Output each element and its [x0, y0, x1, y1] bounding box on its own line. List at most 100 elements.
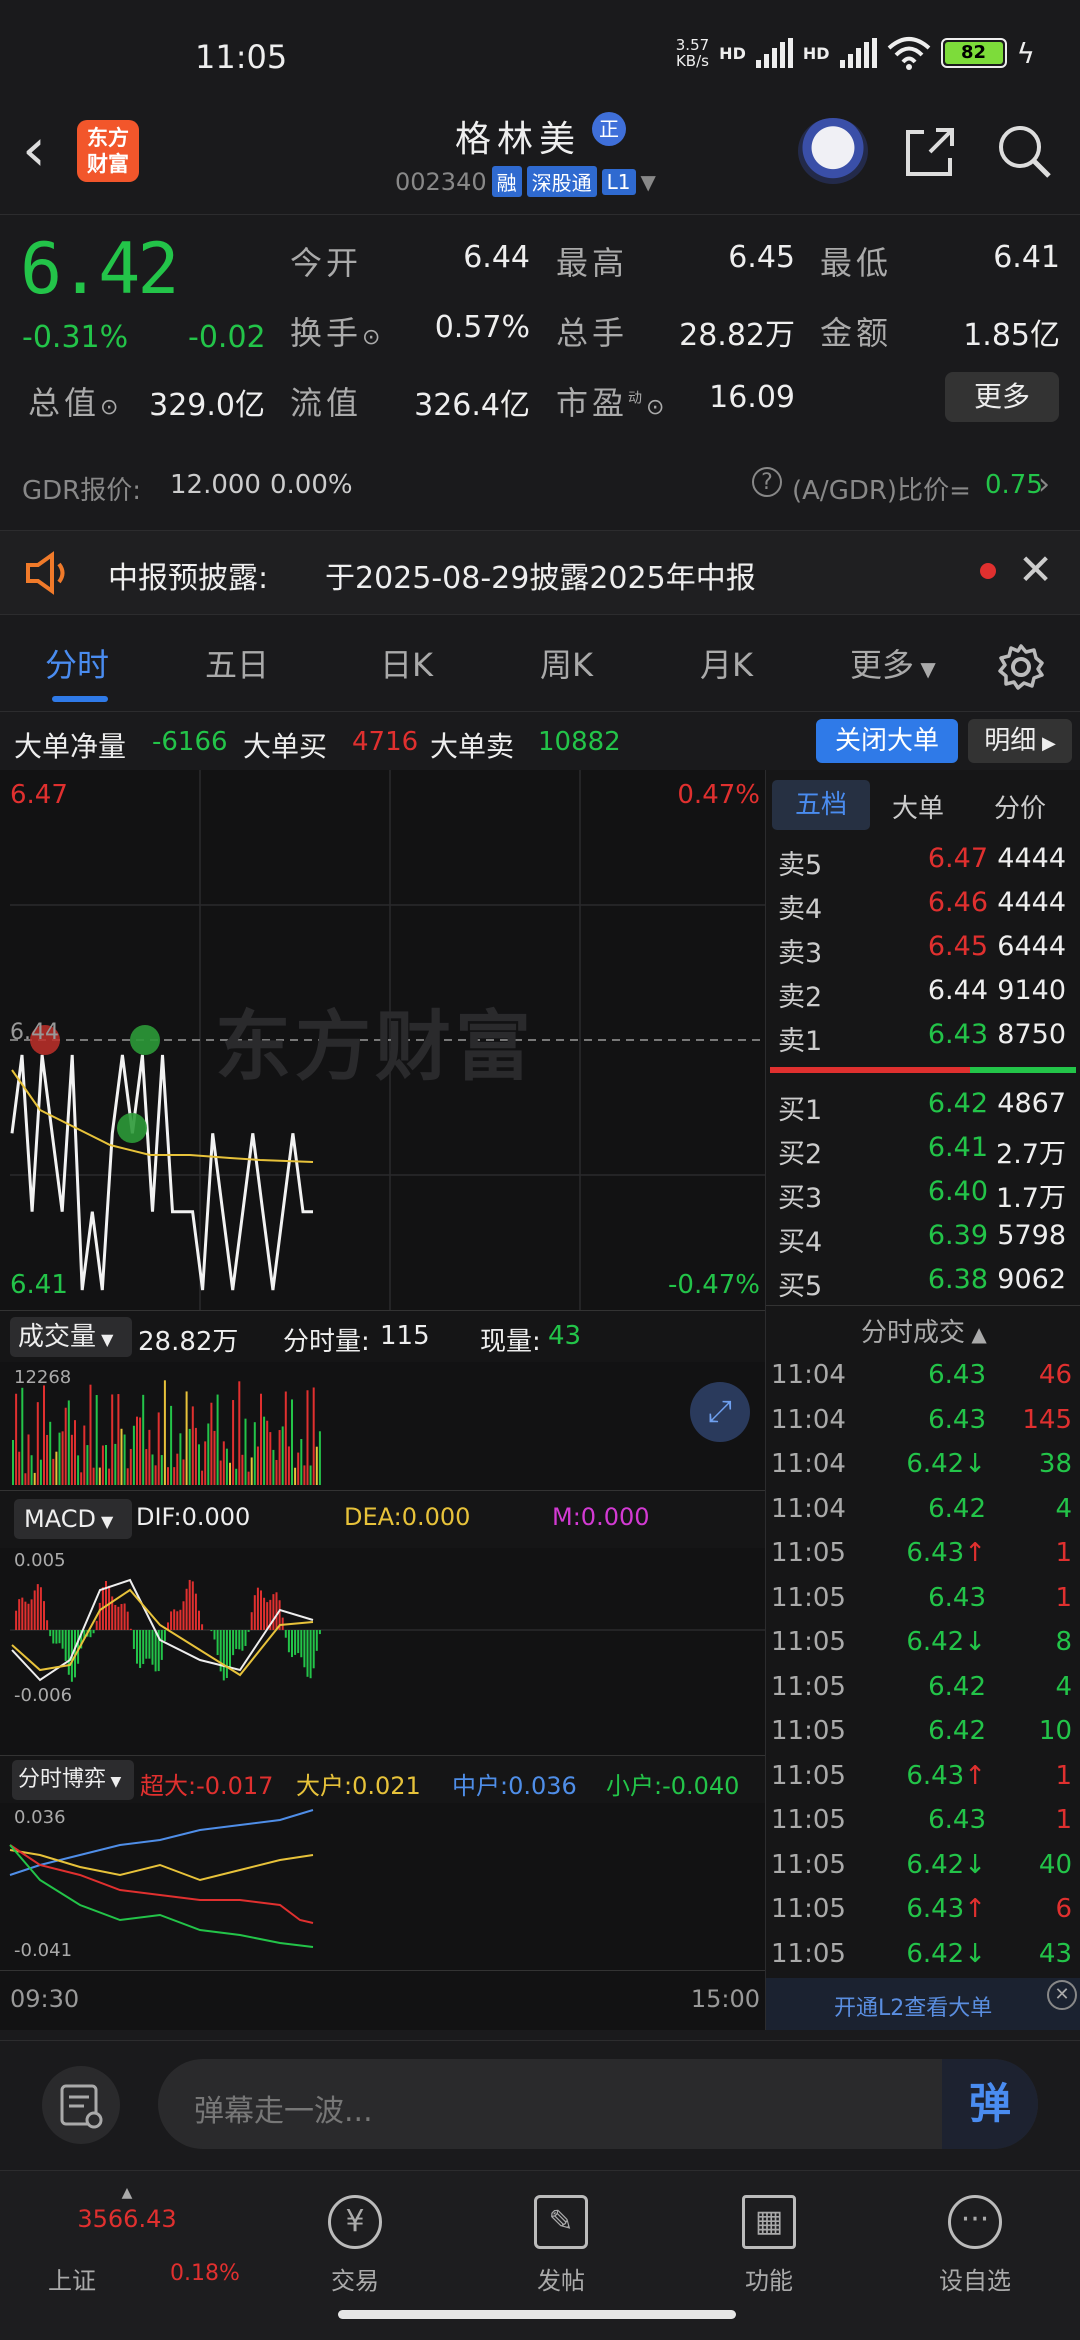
- volume-bar: [154, 1465, 157, 1485]
- rong-tag: 融: [491, 166, 522, 197]
- volume-bar: [269, 1432, 272, 1485]
- buy-marker: [130, 1025, 160, 1055]
- tick-row: 11:05 6.42 4: [771, 1671, 1072, 1702]
- volume-bar: [170, 1405, 173, 1485]
- fund-selector[interactable]: 分时博弈 ▼: [12, 1760, 134, 1800]
- turnover-label[interactable]: 换手⊙: [290, 308, 380, 354]
- volume-header: 成交量 ▼ 28.82万 分时量: 115 现量: 43: [0, 1310, 765, 1362]
- volume-bar: [52, 1458, 55, 1485]
- ask-row[interactable]: 卖5 6.47 4444: [778, 843, 1078, 887]
- gear-icon[interactable]: [996, 642, 1046, 692]
- tab-intraday[interactable]: 分时: [45, 640, 109, 686]
- book-tab-big[interactable]: 大单: [892, 788, 944, 825]
- more-dots-icon: ⊙: [362, 325, 381, 350]
- bid-row[interactable]: 买3 6.40 1.7万: [778, 1176, 1078, 1220]
- search-icon[interactable]: [995, 122, 1053, 180]
- hd-label: HD: [802, 43, 830, 63]
- macd-header: MACD ▼ DIF:0.000 DEA:0.000 M:0.000: [0, 1490, 765, 1548]
- macd-chart[interactable]: [0, 1550, 765, 1710]
- detail-button[interactable]: 明细 ▶: [968, 719, 1072, 763]
- macd-bar: [173, 1609, 176, 1630]
- ask-row[interactable]: 卖3 6.45 6444: [778, 931, 1078, 975]
- tab-daily-k[interactable]: 日K: [380, 640, 433, 686]
- volume-bar: [89, 1384, 92, 1485]
- volume-bar: [92, 1467, 95, 1485]
- nav-index[interactable]: ▲ 3566.43 上证 0.18%: [48, 2181, 240, 2295]
- tab-weekly-k[interactable]: 周K: [540, 640, 593, 686]
- volume-bar: [33, 1472, 36, 1485]
- tab-monthly-k[interactable]: 月K: [700, 640, 753, 686]
- stock-code: 002340: [395, 167, 487, 196]
- bid-row[interactable]: 买1 6.42 4867: [778, 1088, 1078, 1132]
- macd-bar: [294, 1630, 297, 1655]
- gdr-price: 12.000: [170, 470, 261, 500]
- volume-bar: [46, 1434, 49, 1485]
- volume-selector[interactable]: 成交量 ▼: [10, 1317, 132, 1357]
- volume-chart[interactable]: [0, 1365, 765, 1485]
- book-tab-five[interactable]: 五档: [772, 780, 870, 830]
- nav-post[interactable]: ✎ 发帖: [486, 2181, 636, 2296]
- volume-bar: [284, 1391, 287, 1485]
- nav-watchlist[interactable]: ··· 设自选: [900, 2181, 1050, 2296]
- help-icon[interactable]: ?: [752, 467, 782, 497]
- nav-trade[interactable]: ¥ 交易: [280, 2181, 430, 2296]
- volume-bar: [61, 1431, 64, 1485]
- macd-bar: [185, 1588, 188, 1630]
- l2-promo[interactable]: 开通L2查看大单 ✕: [766, 1978, 1080, 2030]
- macd-selector[interactable]: MACD ▼: [14, 1499, 132, 1539]
- volume-label: 总手: [556, 314, 629, 352]
- notice-bar[interactable]: 中报预披露: 于2025-08-29披露2025年中报 ✕: [0, 530, 1080, 615]
- fund-header: 分时博弈 ▼ 超大:-0.017 大户:0.021 中户:0.036 小户:-0…: [0, 1755, 765, 1803]
- close-icon[interactable]: ✕: [1018, 545, 1053, 594]
- macd-bar: [198, 1610, 200, 1630]
- close-icon[interactable]: ✕: [1047, 1980, 1077, 2010]
- order-book: 五档 大单 分价 卖5 6.47 4444 卖4 6.46 4444 卖3 6.45…: [765, 770, 1080, 2030]
- tick-row: 11:04 6.42↓ 38: [771, 1449, 1072, 1479]
- comment-input[interactable]: 弹幕走一波... 弹: [158, 2059, 1038, 2149]
- pe-label[interactable]: 市盈动⊙: [556, 378, 664, 424]
- volume-bar: [232, 1400, 235, 1485]
- back-button[interactable]: ‹: [22, 120, 46, 180]
- chevron-right-icon[interactable]: ›: [1038, 467, 1050, 502]
- app-logo[interactable]: 东方 财富: [77, 120, 139, 182]
- volume-bar: [191, 1406, 194, 1485]
- macd-bar: [250, 1612, 253, 1630]
- bid-row[interactable]: 买4 6.39 5798: [778, 1220, 1078, 1264]
- intraday-chart-area[interactable]: 东方财富 6.47 0.47% 6.44 6.41 -0.47% 成交量 ▼ 2…: [0, 770, 765, 2030]
- tab-more[interactable]: 更多 ▼: [850, 640, 936, 686]
- zheng-badge: 正: [592, 112, 626, 146]
- bid-row[interactable]: 买5 6.38 9062: [778, 1264, 1078, 1308]
- stock-code-row[interactable]: 002340 融 深股通 L1 ▼: [395, 166, 656, 197]
- volume-bar: [204, 1441, 207, 1485]
- ticks-title[interactable]: 分时成交 ▲: [861, 1312, 987, 1349]
- bid-row[interactable]: 买2 6.41 2.7万: [778, 1132, 1078, 1176]
- edit-note-icon[interactable]: [42, 2066, 120, 2144]
- assistant-robot-icon[interactable]: [798, 118, 868, 184]
- danmaku-send-button[interactable]: 弹: [942, 2059, 1038, 2149]
- macd-bar: [222, 1630, 225, 1681]
- ask-row[interactable]: 卖4 6.46 4444: [778, 887, 1078, 931]
- volume-bar: [185, 1391, 188, 1485]
- macd-bar: [297, 1630, 300, 1654]
- more-button[interactable]: 更多: [945, 372, 1059, 422]
- volume-bar: [15, 1393, 18, 1485]
- expand-icon[interactable]: ⤢: [690, 1382, 750, 1442]
- caret-down-icon: ▼: [95, 1512, 114, 1531]
- mktcap-label[interactable]: 总值⊙: [28, 378, 118, 424]
- close-big-order-button[interactable]: 关闭大单: [816, 719, 958, 763]
- nav-function[interactable]: ▦ 功能: [694, 2181, 844, 2296]
- float-label: 流值: [290, 384, 363, 422]
- ask-row[interactable]: 卖2 6.44 9140: [778, 975, 1078, 1019]
- macd-bar: [64, 1630, 67, 1662]
- fund-flow-chart[interactable]: [0, 1805, 765, 1955]
- macd-bar: [151, 1630, 154, 1665]
- tab-five-day[interactable]: 五日: [205, 640, 269, 686]
- macd-bar: [309, 1630, 312, 1679]
- book-tab-price[interactable]: 分价: [994, 788, 1046, 825]
- volume-bar: [182, 1459, 185, 1485]
- caret-up-icon: ▲: [965, 1322, 987, 1346]
- share-icon[interactable]: [902, 124, 958, 180]
- macd-bar: [92, 1630, 95, 1634]
- macd-bar: [52, 1630, 55, 1644]
- ask-row[interactable]: 卖1 6.43 8750: [778, 1019, 1078, 1063]
